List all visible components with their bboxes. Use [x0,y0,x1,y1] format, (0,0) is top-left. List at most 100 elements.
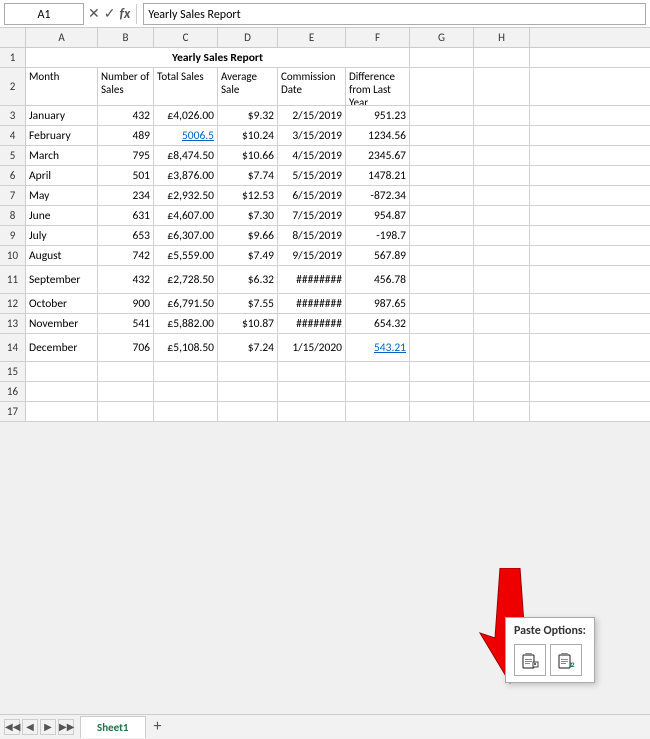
col-header-E[interactable]: E [278,28,346,47]
cell-g6[interactable] [410,166,474,185]
cell-a5[interactable]: March [26,146,98,165]
cell-g12[interactable] [410,294,474,313]
cell-c11[interactable]: £2,728.50 [154,266,218,293]
cell-g11[interactable] [410,266,474,293]
confirm-icon[interactable]: ✓ [104,5,116,22]
cell-c14[interactable]: £5,108.50 [154,334,218,361]
cell-a7[interactable]: May [26,186,98,205]
cell-f6[interactable]: 1478.21 [346,166,410,185]
cell-b6[interactable]: 501 [98,166,154,185]
cell-h11[interactable] [474,266,530,293]
cell-f5[interactable]: 2345.67 [346,146,410,165]
paste-icon-2[interactable]: 1 2 [550,644,582,676]
cell-b13[interactable]: 541 [98,314,154,333]
cell-g3[interactable] [410,106,474,125]
cell-b3[interactable]: 432 [98,106,154,125]
cell-d8[interactable]: $7.30 [218,206,278,225]
cell-a14[interactable]: December [26,334,98,361]
cell-d11[interactable]: $6.32 [218,266,278,293]
last-sheet-arrow[interactable]: ▶▶ [58,719,74,735]
cell-e9[interactable]: 8/15/2019 [278,226,346,245]
cell-h2[interactable] [474,68,530,105]
cell-f2[interactable]: Difference from Last Year [346,68,410,105]
cell-e7[interactable]: 6/15/2019 [278,186,346,205]
cell-e10[interactable]: 9/15/2019 [278,246,346,265]
cell-a9[interactable]: July [26,226,98,245]
prev-sheet-arrow[interactable]: ◀ [22,719,38,735]
cell-d5[interactable]: $10.66 [218,146,278,165]
cell-e4[interactable]: 3/15/2019 [278,126,346,145]
col-header-F[interactable]: F [346,28,410,47]
cell-reference-box[interactable]: A1 [4,3,84,25]
cell-b5[interactable]: 795 [98,146,154,165]
cell-h9[interactable] [474,226,530,245]
cell-e8[interactable]: 7/15/2019 [278,206,346,225]
cell-b11[interactable]: 432 [98,266,154,293]
cell-e11[interactable]: ######## [278,266,346,293]
cell-c6[interactable]: £3,876.00 [154,166,218,185]
cell-f14[interactable]: 543.21 [346,334,410,361]
cell-f4[interactable]: 1234.56 [346,126,410,145]
cell-a11[interactable]: September [26,266,98,293]
cell-g1[interactable] [410,48,474,67]
cell-f11[interactable]: 456.78 [346,266,410,293]
cell-h6[interactable] [474,166,530,185]
cell-f13[interactable]: 654.32 [346,314,410,333]
cell-h14[interactable] [474,334,530,361]
cell-c4[interactable]: 5006.5 [154,126,218,145]
next-sheet-arrow[interactable]: ▶ [40,719,56,735]
col-header-G[interactable]: G [410,28,474,47]
cell-h4[interactable] [474,126,530,145]
cell-a2[interactable]: Month [26,68,98,105]
cell-g14[interactable] [410,334,474,361]
cell-g4[interactable] [410,126,474,145]
cell-g7[interactable] [410,186,474,205]
col-header-H[interactable]: H [474,28,530,47]
cell-a13[interactable]: November [26,314,98,333]
cell-d3[interactable]: $9.32 [218,106,278,125]
cell-a4[interactable]: February [26,126,98,145]
cell-d9[interactable]: $9.66 [218,226,278,245]
cell-f8[interactable]: 954.87 [346,206,410,225]
cell-h12[interactable] [474,294,530,313]
cell-e12[interactable]: ######## [278,294,346,313]
cell-a1[interactable]: Yearly Sales Report [26,48,410,67]
cell-e13[interactable]: ######## [278,314,346,333]
cell-e5[interactable]: 4/15/2019 [278,146,346,165]
col-header-C[interactable]: C [154,28,218,47]
cell-c8[interactable]: £4,607.00 [154,206,218,225]
cell-c3[interactable]: £4,026.00 [154,106,218,125]
cell-g5[interactable] [410,146,474,165]
cell-d12[interactable]: $7.55 [218,294,278,313]
cell-h1[interactable] [474,48,530,67]
cell-g8[interactable] [410,206,474,225]
cell-a6[interactable]: April [26,166,98,185]
add-sheet-button[interactable]: + [148,717,168,737]
cell-c12[interactable]: £6,791.50 [154,294,218,313]
cell-h3[interactable] [474,106,530,125]
cell-b7[interactable]: 234 [98,186,154,205]
sheet1-tab[interactable]: Sheet1 [80,716,146,738]
function-icon[interactable]: fx [119,5,130,22]
cell-b2[interactable]: Number of Sales [98,68,154,105]
cell-e3[interactable]: 2/15/2019 [278,106,346,125]
cell-d7[interactable]: $12.53 [218,186,278,205]
cell-d13[interactable]: $10.87 [218,314,278,333]
cell-g13[interactable] [410,314,474,333]
col-header-D[interactable]: D [218,28,278,47]
cell-b4[interactable]: 489 [98,126,154,145]
cell-c13[interactable]: £5,882.00 [154,314,218,333]
cell-h5[interactable] [474,146,530,165]
cell-c10[interactable]: £5,559.00 [154,246,218,265]
cell-d6[interactable]: $7.74 [218,166,278,185]
cell-b10[interactable]: 742 [98,246,154,265]
cell-d2[interactable]: Average Sale [218,68,278,105]
cell-b12[interactable]: 900 [98,294,154,313]
cell-f10[interactable]: 567.89 [346,246,410,265]
cancel-icon[interactable]: ✕ [88,5,100,22]
cell-a12[interactable]: October [26,294,98,313]
cell-h10[interactable] [474,246,530,265]
cell-c2[interactable]: Total Sales [154,68,218,105]
cell-d10[interactable]: $7.49 [218,246,278,265]
first-sheet-arrow[interactable]: ◀◀ [4,719,20,735]
